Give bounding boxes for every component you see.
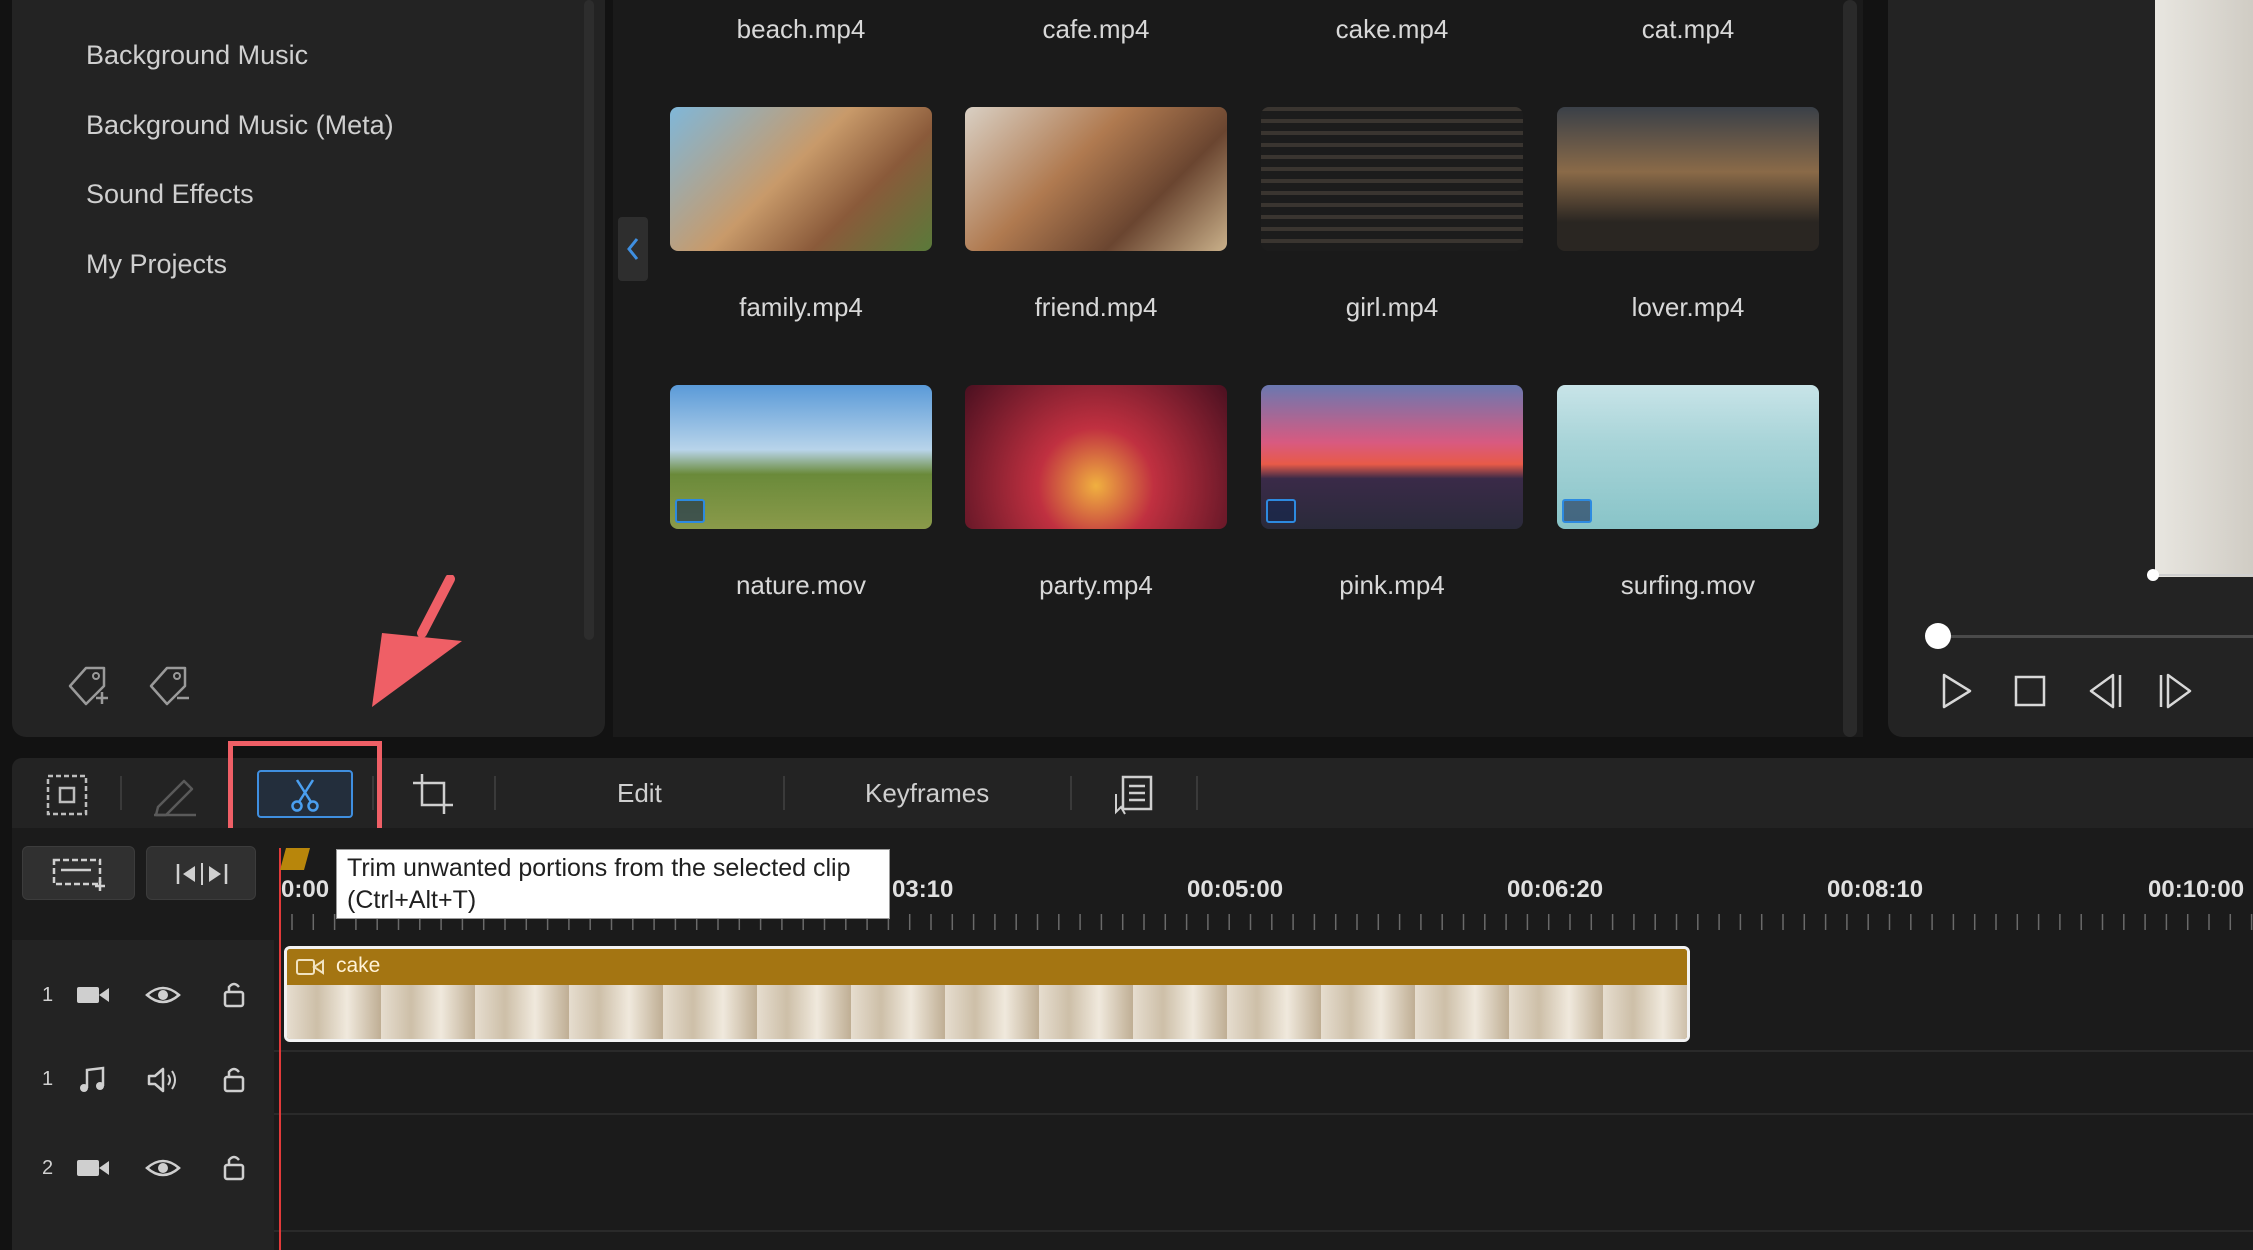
track-number: 1 (42, 984, 54, 1006)
clip-video-icon (296, 959, 324, 975)
media-name-nature[interactable]: nature.mov (670, 570, 932, 601)
ruler-label: 00:08:10 (1827, 876, 1924, 903)
media-name-pink[interactable]: pink.mp4 (1261, 570, 1523, 601)
edit-tab[interactable]: Edit (617, 778, 662, 809)
video-badge-icon (675, 499, 705, 523)
track-divider (274, 1113, 2253, 1115)
remove-tag-icon[interactable] (145, 662, 193, 710)
video-track-icon (77, 1160, 109, 1176)
fit-timeline-button[interactable] (146, 846, 256, 900)
annotation-arrow-icon (372, 575, 462, 707)
preview-scrub-track[interactable] (1938, 635, 2253, 638)
toolbar-separator (494, 776, 496, 810)
thumbnail-girl[interactable] (1261, 107, 1523, 251)
library-scrollbar[interactable] (584, 0, 594, 640)
ruler-label: 00:06:20 (1507, 876, 1604, 903)
add-track-button[interactable] (22, 846, 135, 900)
toolbar-separator (1070, 776, 1072, 810)
clip-label: cake (336, 954, 381, 977)
track-number: 1 (42, 1068, 54, 1090)
trim-button-highlight (228, 741, 382, 842)
thumbnail-pink[interactable] (1261, 385, 1523, 529)
toolbar-separator (372, 776, 374, 810)
play-icon[interactable] (1936, 670, 1976, 712)
clip-header: cake (287, 949, 1687, 985)
preview-scrub-knob[interactable] (1925, 623, 1951, 649)
preview-crop-line (2150, 574, 2253, 576)
stop-icon[interactable] (2010, 670, 2050, 712)
toolbar-separator (783, 776, 785, 810)
media-name-cafe[interactable]: cafe.mp4 (965, 14, 1227, 45)
media-name-friend[interactable]: friend.mp4 (965, 292, 1227, 323)
tooltip-line-2: (Ctrl+Alt+T) (347, 886, 477, 914)
toolbar-separator (1196, 776, 1198, 810)
eye-icon[interactable] (145, 1154, 181, 1182)
crop-icon[interactable] (411, 772, 455, 816)
next-frame-icon[interactable] (2156, 670, 2196, 712)
library-item-sound-effects[interactable]: Sound Effects (86, 179, 254, 210)
video-track-icon (77, 987, 109, 1003)
playhead[interactable] (279, 848, 281, 1250)
media-name-lover[interactable]: lover.mp4 (1557, 292, 1819, 323)
thumbnail-family[interactable] (670, 107, 932, 251)
ruler-label: 0:00 (281, 876, 330, 903)
select-tool-icon[interactable] (45, 773, 89, 817)
tooltip-line-1: Trim unwanted portions from the selected… (347, 854, 851, 882)
media-name-party[interactable]: party.mp4 (965, 570, 1227, 601)
previous-frame-icon[interactable] (2085, 670, 2125, 712)
clip-filmstrip (287, 985, 1687, 1039)
media-name-cat[interactable]: cat.mp4 (1557, 14, 1819, 45)
collapse-panel-button[interactable] (618, 217, 648, 281)
media-name-surfing[interactable]: surfing.mov (1557, 570, 1819, 601)
preview-crop-handle[interactable] (2147, 569, 2159, 581)
thumbnail-nature[interactable] (670, 385, 932, 529)
timeline-clip-cake[interactable]: cake (284, 946, 1690, 1042)
thumbnail-surfing[interactable] (1557, 385, 1819, 529)
lock-icon[interactable] (216, 1065, 252, 1093)
lock-icon[interactable] (216, 980, 252, 1008)
library-item-my-projects[interactable]: My Projects (86, 249, 227, 280)
properties-icon[interactable] (1113, 774, 1157, 816)
ruler-label: :03:10 (884, 876, 954, 903)
add-tag-icon[interactable] (64, 662, 112, 710)
ruler-label: 00:10:00 (2148, 876, 2245, 903)
chevron-left-icon (627, 238, 639, 260)
media-name-beach[interactable]: beach.mp4 (670, 14, 932, 45)
thumbnail-party[interactable] (965, 385, 1227, 529)
lock-icon[interactable] (216, 1153, 252, 1181)
toolbar-separator (120, 776, 122, 810)
pen-tool-icon[interactable] (150, 773, 200, 817)
add-track-icon (52, 858, 105, 891)
library-item-background-music-meta[interactable]: Background Music (Meta) (86, 110, 394, 141)
thumbnail-lover[interactable] (1557, 107, 1819, 251)
media-name-family[interactable]: family.mp4 (670, 292, 932, 323)
video-badge-icon (1562, 499, 1592, 523)
trim-tooltip: Trim unwanted portions from the selected… (336, 849, 890, 919)
fit-timeline-icon (176, 863, 228, 885)
track-number: 2 (42, 1157, 54, 1179)
media-name-girl[interactable]: girl.mp4 (1261, 292, 1523, 323)
video-badge-icon (1266, 499, 1296, 523)
track-divider (274, 1230, 2253, 1232)
thumbnail-friend[interactable] (965, 107, 1227, 251)
ruler-label: 00:05:00 (1187, 876, 1284, 903)
preview-video-frame (2155, 0, 2253, 577)
music-track-icon (80, 1066, 105, 1092)
keyframes-tab[interactable]: Keyframes (865, 778, 989, 809)
speaker-icon[interactable] (145, 1066, 181, 1094)
track-divider (274, 1050, 2253, 1052)
media-name-cake[interactable]: cake.mp4 (1261, 14, 1523, 45)
media-scrollbar[interactable] (1843, 0, 1857, 737)
eye-icon[interactable] (145, 981, 181, 1009)
library-item-background-music[interactable]: Background Music (86, 40, 308, 71)
